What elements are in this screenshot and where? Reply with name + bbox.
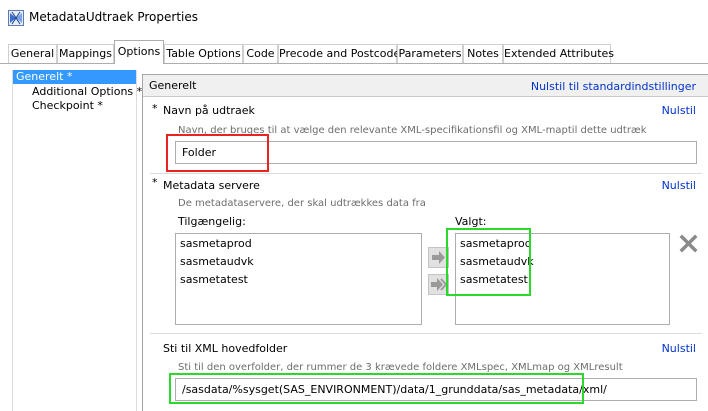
tab-extended-attributes[interactable]: Extended Attributes [503, 44, 614, 63]
window-title: MetadataUdtraek Properties [29, 10, 199, 24]
available-label: Tilgængelig: [178, 215, 246, 228]
tab-notes[interactable]: Notes [463, 44, 503, 63]
highlight-box-green [169, 373, 584, 404]
tab-precode-postcode[interactable]: Precode and Postcode [278, 44, 400, 63]
xml-folder-reset-link[interactable]: Nulstil [662, 342, 696, 355]
nav-item-checkpoint[interactable]: Checkpoint * [32, 99, 103, 113]
required-mark: * [152, 102, 158, 115]
tab-parameters[interactable]: Parameters [397, 44, 463, 63]
section-divider [150, 333, 702, 334]
selected-label: Valgt: [455, 215, 487, 228]
required-mark: * [152, 176, 158, 189]
close-icon [679, 234, 698, 253]
tab-general[interactable]: General [8, 44, 57, 63]
tab-mappings[interactable]: Mappings [57, 44, 114, 63]
remove-server-button[interactable] [678, 233, 699, 254]
xml-folder-hint: Sti til den overfolder, der rummer de 3 … [178, 362, 623, 373]
section-divider [150, 173, 702, 174]
highlight-box-green [446, 228, 531, 296]
servers-label: Metadata servere [163, 179, 260, 192]
highlight-box-red [166, 134, 269, 172]
tab-options[interactable]: Options [114, 40, 164, 64]
name-label: Navn på udtraek [163, 104, 255, 117]
reset-all-defaults-link[interactable]: Nulstil til standardindstillinger [531, 80, 696, 93]
tab-code[interactable]: Code [243, 44, 278, 63]
app-icon [8, 10, 24, 26]
servers-reset-link[interactable]: Nulstil [662, 179, 696, 192]
panel-header-title: Generelt [149, 79, 197, 92]
tab-table-options[interactable]: Table Options [164, 44, 243, 63]
list-item[interactable]: sasmetaudvk [180, 255, 254, 269]
list-item[interactable]: sasmetatest [180, 273, 248, 287]
servers-hint: De metadataservere, der skal udtrækkes d… [178, 198, 426, 209]
nav-item-generelt[interactable]: Generelt * [13, 70, 136, 84]
options-nav-tree [12, 70, 137, 411]
nav-item-additional-options[interactable]: Additional Options * [32, 85, 142, 99]
xml-folder-label: Sti til XML hovedfolder [163, 342, 288, 355]
list-item[interactable]: sasmetaprod [180, 237, 252, 251]
tab-strip-line [0, 63, 708, 64]
name-reset-link[interactable]: Nulstil [662, 104, 696, 117]
available-servers-list[interactable]: sasmetaprod sasmetaudvk sasmetatest [175, 233, 422, 325]
